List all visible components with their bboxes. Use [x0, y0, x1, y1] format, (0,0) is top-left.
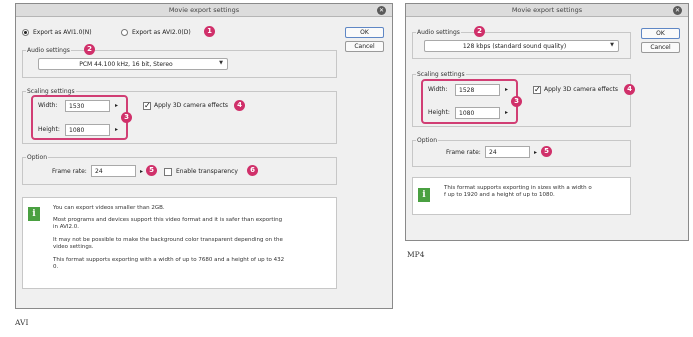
caption-avi: AVI: [15, 318, 29, 327]
mp4-width-label: Width:: [428, 86, 448, 93]
avi-height-spin[interactable]: ▸: [115, 126, 118, 133]
mp4-info-a: This format supports exporting in sizes …: [444, 185, 592, 191]
badge-4: 4: [624, 84, 635, 95]
mp4-height-spin[interactable]: ▸: [505, 109, 508, 116]
avi-width-spin[interactable]: ▸: [115, 102, 118, 109]
mp4-audio-value: 128 kbps (standard sound quality): [462, 43, 567, 50]
avi-width-label: Width:: [38, 102, 58, 109]
avi-apply3d-label: Apply 3D camera effects: [154, 102, 229, 109]
avi-framerate-value: 24: [95, 168, 103, 175]
mp4-apply3d-label: Apply 3D camera effects: [544, 86, 619, 93]
avi-info-p3a: It may not be possible to make the backg…: [53, 237, 283, 243]
mp4-framerate-label: Frame rate:: [446, 149, 481, 156]
avi-height-label: Height:: [38, 126, 60, 133]
cancel-button[interactable]: Cancel: [641, 42, 680, 53]
avi-info-p2a: Most programs and devices support this v…: [53, 217, 283, 223]
close-icon[interactable]: ✕: [673, 6, 682, 15]
badge-5: 5: [541, 146, 552, 157]
avi-titlebar: Movie export settings ✕: [16, 4, 392, 17]
mp4-width-input[interactable]: 1528: [455, 84, 500, 96]
mp4-info-b: f up to 1920 and a height of up to 1080.: [444, 192, 555, 198]
radio-avi2-label: Export as AVI2.0(D): [132, 29, 191, 36]
avi-info-p1: You can export videos smaller than 2GB.: [53, 205, 165, 211]
badge-3: 3: [121, 112, 132, 123]
avi-framerate-input[interactable]: 24: [91, 165, 136, 177]
avi-info-p3b: video settings.: [53, 244, 94, 250]
avi-info-p2b: in AVI2.0.: [53, 224, 80, 230]
mp4-titlebar: Movie export settings ✕: [406, 4, 688, 17]
avi-framerate-spin[interactable]: ▸: [140, 168, 143, 175]
avi-height-value: 1080: [69, 127, 85, 134]
mp4-framerate-spin[interactable]: ▸: [534, 149, 537, 156]
badge-1: 1: [204, 26, 215, 37]
avi-info-p4a: This format supports exporting with a wi…: [53, 257, 285, 263]
info-icon: i: [28, 207, 40, 221]
avi-scaling-label: Scaling settings: [26, 88, 76, 95]
mp4-dialog: Movie export settings ✕ Audio settings 2…: [405, 3, 689, 241]
radio-avi2[interactable]: [121, 29, 128, 36]
info-icon: i: [418, 188, 430, 202]
mp4-audio-select[interactable]: 128 kbps (standard sound quality) ▼: [424, 40, 619, 52]
badge-6: 6: [247, 165, 258, 176]
mp4-height-label: Height:: [428, 109, 450, 116]
avi-audio-value: PCM 44.100 kHz, 16 bit, Stereo: [79, 61, 173, 68]
badge-3: 3: [511, 96, 522, 107]
avi-dialog: Movie export settings ✕ Export as AVI1.0…: [15, 3, 393, 309]
avi-transparency-checkbox[interactable]: [164, 168, 172, 176]
caption-mp4: MP4: [407, 250, 425, 259]
radio-avi1[interactable]: [22, 29, 29, 36]
chevron-down-icon: ▼: [219, 60, 223, 66]
avi-dialog-title: Movie export settings: [168, 6, 240, 14]
avi-audio-label: Audio settings: [26, 47, 71, 54]
badge-5: 5: [146, 165, 157, 176]
mp4-apply3d-checkbox[interactable]: ✓: [533, 86, 541, 94]
mp4-audio-label: Audio settings: [416, 29, 461, 36]
mp4-dialog-title: Movie export settings: [511, 6, 583, 14]
avi-height-input[interactable]: 1080: [65, 124, 110, 136]
badge-2: 2: [474, 26, 485, 37]
badge-4: 4: [234, 100, 245, 111]
mp4-scaling-label: Scaling settings: [416, 71, 466, 78]
close-icon[interactable]: ✕: [377, 6, 386, 15]
mp4-framerate-input[interactable]: 24: [485, 146, 530, 158]
avi-apply3d-checkbox[interactable]: ✓: [143, 102, 151, 110]
avi-transparency-label: Enable transparency: [176, 168, 238, 175]
avi-framerate-label: Frame rate:: [52, 168, 87, 175]
mp4-height-value: 1080: [459, 110, 475, 117]
mp4-option-label: Option: [416, 137, 439, 144]
avi-info-p4b: 0.: [53, 264, 59, 270]
ok-button[interactable]: OK: [641, 28, 680, 39]
avi-width-input[interactable]: 1530: [65, 100, 110, 112]
radio-avi1-label: Export as AVI1.0(N): [33, 29, 92, 36]
mp4-height-input[interactable]: 1080: [455, 107, 500, 119]
chevron-down-icon: ▼: [610, 42, 614, 48]
avi-width-value: 1530: [69, 103, 85, 110]
mp4-width-spin[interactable]: ▸: [505, 86, 508, 93]
cancel-button[interactable]: Cancel: [345, 41, 384, 52]
mp4-framerate-value: 24: [489, 149, 497, 156]
badge-2: 2: [84, 44, 95, 55]
ok-button[interactable]: OK: [345, 27, 384, 38]
mp4-width-value: 1528: [459, 87, 475, 94]
avi-option-label: Option: [26, 154, 49, 161]
avi-audio-select[interactable]: PCM 44.100 kHz, 16 bit, Stereo ▼: [38, 58, 228, 70]
